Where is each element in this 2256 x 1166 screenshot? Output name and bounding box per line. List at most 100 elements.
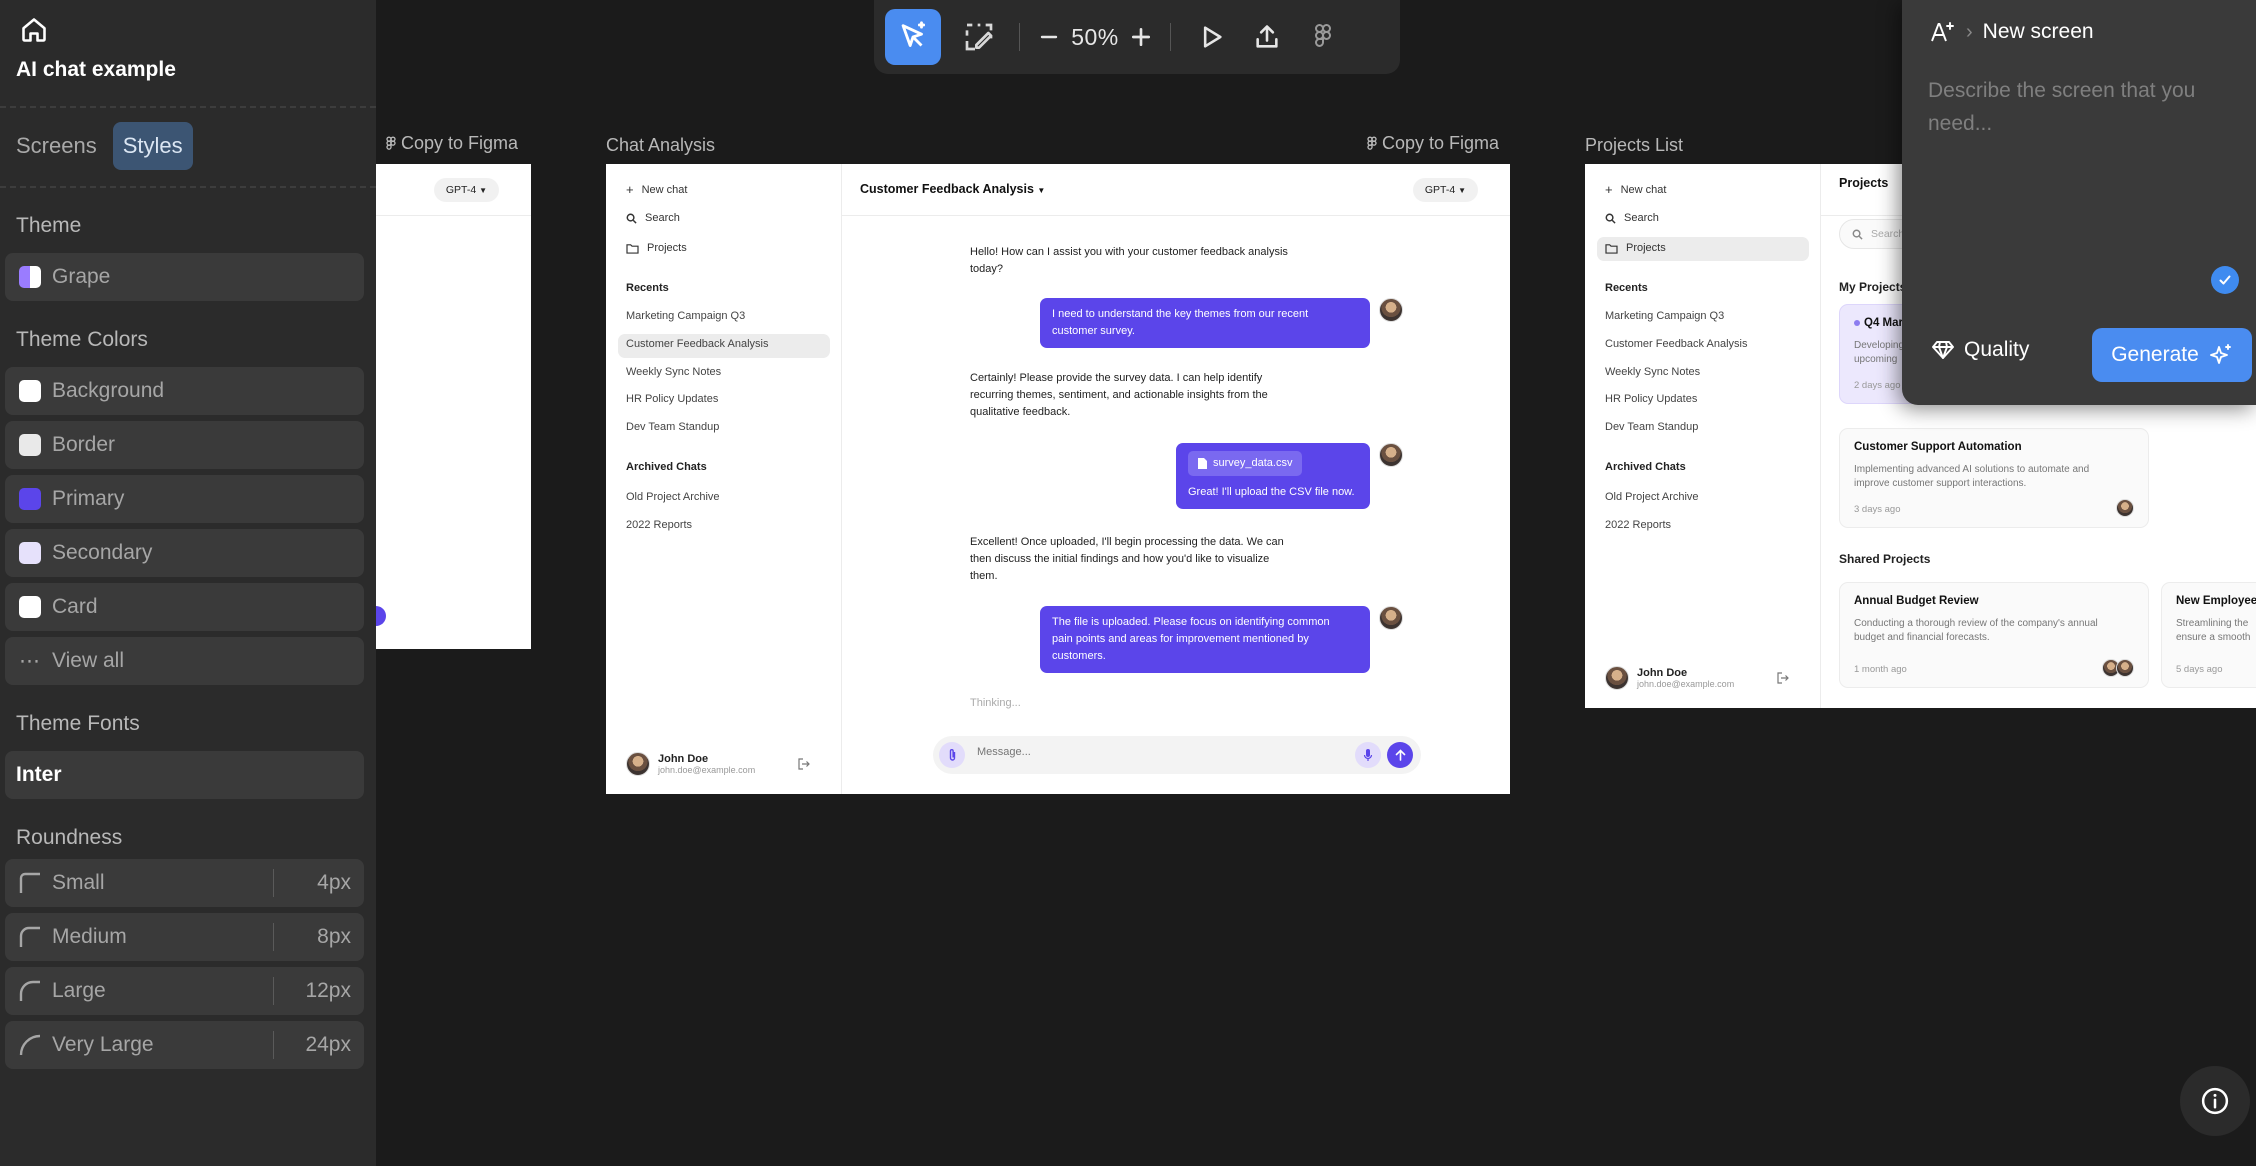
model-select[interactable]: GPT-4 ▼ bbox=[433, 178, 499, 202]
projects-title: Projects bbox=[1839, 176, 1889, 190]
search-button[interactable]: Search bbox=[1605, 212, 1659, 224]
logout-icon[interactable] bbox=[1777, 672, 1789, 684]
recent-item[interactable]: HR Policy Updates bbox=[1605, 393, 1697, 405]
tab-screens[interactable]: Screens bbox=[6, 122, 107, 170]
recent-item-active[interactable]: Customer Feedback Analysis bbox=[626, 338, 768, 350]
roundness-row-very-large[interactable]: Very Large 24px bbox=[5, 1021, 364, 1069]
roundness-row-medium[interactable]: Medium 8px bbox=[5, 913, 364, 961]
frame-partial-left[interactable]: GPT-4 ▼ bbox=[376, 164, 531, 649]
conversation-title-select[interactable]: Customer Feedback Analysis ▼ bbox=[860, 182, 1045, 196]
figma-button[interactable] bbox=[1295, 9, 1351, 65]
avatar bbox=[626, 752, 650, 776]
message-line: qualitative feedback. bbox=[970, 406, 1071, 418]
color-label: Border bbox=[52, 433, 116, 456]
copy-to-figma-link-left[interactable]: Copy to Figma bbox=[385, 133, 518, 154]
roundness-value: 12px bbox=[305, 979, 351, 1002]
project-card[interactable]: Annual Budget Review Conducting a thorou… bbox=[1839, 582, 2149, 688]
color-row-background[interactable]: Background bbox=[5, 367, 364, 415]
copy-label: Copy to Figma bbox=[401, 133, 519, 153]
projects-button[interactable]: Projects bbox=[626, 242, 687, 254]
quality-button[interactable]: Quality bbox=[1932, 338, 2029, 362]
status-dot bbox=[1854, 319, 1860, 326]
message-input[interactable] bbox=[977, 746, 1347, 758]
section-theme-colors-label: Theme Colors bbox=[16, 328, 148, 351]
project-card[interactable]: Customer Support Automation Implementing… bbox=[1839, 428, 2149, 528]
frame-chat-analysis[interactable]: + New chat Search Projects Recents Market… bbox=[606, 164, 1510, 794]
recent-item[interactable]: Marketing Campaign Q3 bbox=[1605, 310, 1724, 322]
voice-button[interactable] bbox=[1355, 742, 1381, 768]
ai-select-button[interactable] bbox=[885, 9, 941, 65]
user-profile[interactable]: John Doe john.doe@example.com bbox=[1605, 666, 1734, 690]
message-line: I need to understand the key themes from… bbox=[1052, 308, 1309, 320]
recent-item[interactable]: Customer Feedback Analysis bbox=[1605, 338, 1747, 350]
message-line: Excellent! Once uploaded, I'll begin pro… bbox=[970, 536, 1284, 548]
font-select[interactable]: Inter bbox=[5, 751, 364, 799]
model-select[interactable]: GPT-4 ▼ bbox=[1412, 178, 1478, 202]
caret-down-icon: ▼ bbox=[1037, 186, 1046, 195]
zoom-out-button[interactable] bbox=[1032, 9, 1066, 65]
color-label: Secondary bbox=[52, 541, 153, 564]
recent-item[interactable]: Marketing Campaign Q3 bbox=[626, 310, 745, 322]
home-button[interactable] bbox=[18, 14, 50, 46]
recents-heading: Recents bbox=[626, 282, 669, 294]
message-line: Certainly! Please provide the survey dat… bbox=[970, 372, 1263, 384]
message-line: Great! I'll upload the CSV file now. bbox=[1188, 486, 1355, 498]
message-line: Hello! How can I assist you with your cu… bbox=[970, 246, 1288, 258]
logout-icon[interactable] bbox=[798, 758, 810, 770]
roundness-label: Small bbox=[52, 871, 105, 894]
new-chat-button[interactable]: + New chat bbox=[626, 182, 687, 197]
send-button[interactable] bbox=[1387, 742, 1413, 768]
recent-item[interactable]: Weekly Sync Notes bbox=[1605, 366, 1700, 378]
conversation-title: Customer Feedback Analysis bbox=[860, 182, 1034, 196]
generate-button[interactable]: Generate bbox=[2092, 328, 2252, 382]
view-all-label: View all bbox=[52, 649, 124, 672]
option-checkbox[interactable] bbox=[2211, 266, 2239, 294]
copy-label: Copy to Figma bbox=[1382, 133, 1500, 153]
roundness-row-large[interactable]: Large 12px bbox=[5, 967, 364, 1015]
zoom-in-button[interactable] bbox=[1124, 9, 1158, 65]
color-row-secondary[interactable]: Secondary bbox=[5, 529, 364, 577]
archived-item[interactable]: 2022 Reports bbox=[626, 519, 692, 531]
archived-item[interactable]: 2022 Reports bbox=[1605, 519, 1671, 531]
archived-item[interactable]: Old Project Archive bbox=[626, 491, 720, 503]
projects-button-active[interactable]: Projects bbox=[1605, 242, 1666, 254]
new-chat-button[interactable]: + New chat bbox=[1605, 182, 1666, 197]
recent-item[interactable]: HR Policy Updates bbox=[626, 393, 718, 405]
theme-select[interactable]: Grape bbox=[5, 253, 364, 301]
zoom-in-icon bbox=[1131, 27, 1151, 47]
search-button[interactable]: Search bbox=[626, 212, 680, 224]
export-button[interactable] bbox=[1239, 9, 1295, 65]
nav-label: Search bbox=[645, 212, 680, 224]
message-line: The file is uploaded. Please focus on id… bbox=[1052, 616, 1330, 628]
plus-icon: + bbox=[626, 182, 634, 197]
file-attachment[interactable]: survey_data.csv bbox=[1188, 451, 1303, 476]
view-all-colors-button[interactable]: ⋯ View all bbox=[5, 637, 364, 685]
color-row-primary[interactable]: Primary bbox=[5, 475, 364, 523]
color-row-border[interactable]: Border bbox=[5, 421, 364, 469]
roundness-value: 4px bbox=[317, 871, 351, 894]
project-card[interactable]: New Employee Streamlining the ensure a s… bbox=[2161, 582, 2256, 688]
user-profile[interactable]: John Doe john.doe@example.com bbox=[626, 752, 755, 776]
left-sidebar: AI chat example Screens Styles Theme Gra… bbox=[0, 0, 376, 1166]
separator bbox=[273, 1031, 274, 1059]
new-screen-panel: › New screen Quality Generate bbox=[1902, 0, 2256, 405]
copy-to-figma-link-chat[interactable]: Copy to Figma bbox=[1366, 133, 1499, 154]
edit-area-button[interactable] bbox=[951, 9, 1007, 65]
info-button[interactable] bbox=[2180, 1066, 2250, 1136]
tab-styles[interactable]: Styles bbox=[112, 122, 193, 170]
recent-item[interactable]: Dev Team Standup bbox=[1605, 421, 1698, 433]
roundness-row-small[interactable]: Small 4px bbox=[5, 859, 364, 907]
color-row-card[interactable]: Card bbox=[5, 583, 364, 631]
roundness-label: Large bbox=[52, 979, 106, 1002]
archived-item[interactable]: Old Project Archive bbox=[1605, 491, 1699, 503]
more-icon: ⋯ bbox=[19, 649, 41, 673]
recent-item[interactable]: Weekly Sync Notes bbox=[626, 366, 721, 378]
recent-item[interactable]: Dev Team Standup bbox=[626, 421, 719, 433]
frame-label-projects: Projects List bbox=[1585, 135, 1684, 155]
figma-icon bbox=[386, 135, 396, 150]
search-icon bbox=[626, 213, 637, 224]
home-icon bbox=[22, 18, 46, 42]
screen-description-input[interactable] bbox=[1928, 74, 2228, 194]
play-button[interactable] bbox=[1183, 9, 1239, 65]
attach-button[interactable] bbox=[939, 742, 965, 768]
